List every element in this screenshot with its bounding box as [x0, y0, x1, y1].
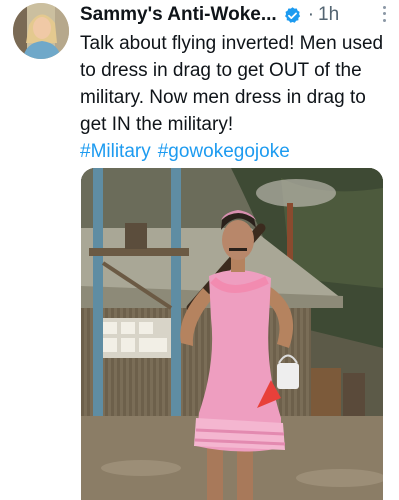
author-name[interactable]: Sammy's Anti-Woke... — [80, 4, 277, 26]
tweet-body: Talk about flying inverted! Men used to … — [80, 33, 384, 135]
verified-badge-icon — [284, 6, 300, 23]
separator-dot: · — [307, 4, 315, 25]
user-avatar-photo-icon — [13, 3, 69, 59]
author-avatar[interactable] — [13, 3, 69, 59]
tweet-header: Sammy's Anti-Woke... · 1h — [80, 3, 389, 27]
hashtag-link[interactable]: #Military — [80, 141, 151, 162]
more-options-icon[interactable] — [377, 4, 391, 24]
tweet-text: Talk about flying inverted! Men used to … — [80, 30, 390, 165]
attached-photo[interactable] — [81, 168, 383, 500]
timestamp-link[interactable]: 1h — [318, 4, 339, 26]
hashtag-list: #Military #gowokegojoke — [80, 141, 297, 162]
photo-illustration — [81, 168, 383, 500]
hashtag-link[interactable]: #gowokegojoke — [158, 141, 290, 162]
